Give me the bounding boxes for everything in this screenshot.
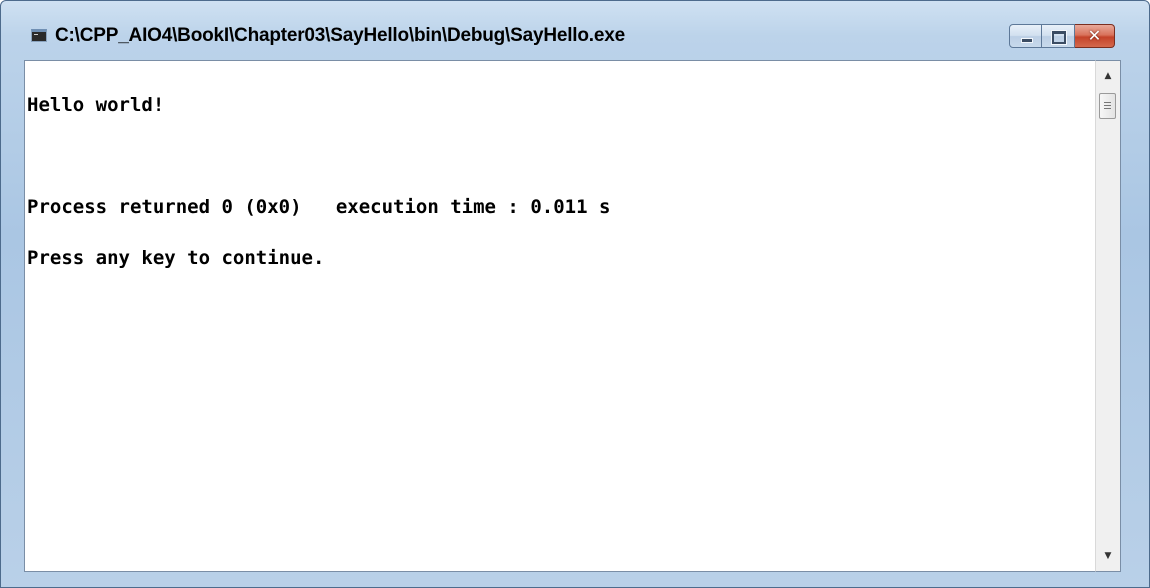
console-app-icon[interactable] bbox=[31, 29, 47, 42]
title-bar[interactable]: C:\CPP_AIO4\BookI\Chapter03\SayHello\bin… bbox=[1, 1, 1149, 48]
maximize-icon bbox=[1052, 31, 1066, 44]
console-text: Hello world! Process returned 0 (0x0) ex… bbox=[27, 63, 610, 301]
console-output[interactable]: Hello world! Process returned 0 (0x0) ex… bbox=[24, 60, 1118, 572]
scroll-down-arrow-icon[interactable]: ▼ bbox=[1096, 545, 1120, 567]
scroll-thumb[interactable] bbox=[1099, 93, 1116, 119]
window-title: C:\CPP_AIO4\BookI\Chapter03\SayHello\bin… bbox=[55, 25, 625, 46]
minimize-icon bbox=[1021, 38, 1033, 43]
console-window: C:\CPP_AIO4\BookI\Chapter03\SayHello\bin… bbox=[0, 0, 1150, 588]
minimize-button[interactable] bbox=[1009, 24, 1042, 48]
thumb-grip-icon bbox=[1104, 102, 1111, 103]
console-line-blank bbox=[27, 148, 610, 165]
console-line-press-any-key: Press any key to continue. bbox=[27, 247, 325, 269]
vertical-scrollbar[interactable]: ▲ ▼ bbox=[1095, 60, 1121, 572]
caption-buttons: ✕ bbox=[1009, 24, 1115, 48]
maximize-button[interactable] bbox=[1042, 24, 1075, 48]
thumb-grip-icon bbox=[1104, 105, 1111, 106]
scroll-up-arrow-icon[interactable]: ▲ bbox=[1096, 65, 1120, 87]
thumb-grip-icon bbox=[1104, 108, 1111, 109]
close-button[interactable]: ✕ bbox=[1075, 24, 1115, 48]
console-line-hello: Hello world! bbox=[27, 94, 165, 116]
console-line-process-returned: Process returned 0 (0x0) execution time … bbox=[27, 196, 611, 218]
close-icon: ✕ bbox=[1087, 26, 1102, 45]
